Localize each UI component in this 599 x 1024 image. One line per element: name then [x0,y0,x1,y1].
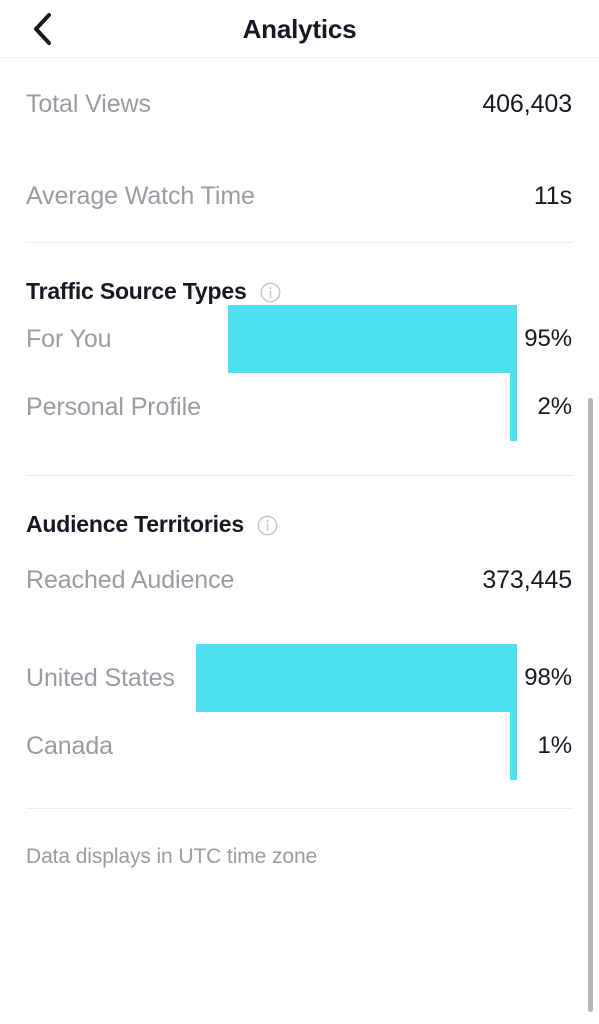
info-circle-icon[interactable] [260,282,281,303]
bar-row-united-states: United States 98% [0,644,599,712]
analytics-content: Total Views 406,403 Average Watch Time 1… [0,58,599,869]
stat-label: Total Views [26,89,151,118]
bar-track [196,644,517,712]
section-title: Audience Territories [26,510,244,537]
stat-label: Reached Audience [26,565,235,594]
analytics-screen: Analytics Total Views 406,403 Average Wa… [0,0,599,1024]
stat-row-total-views: Total Views 406,403 [0,58,599,150]
page-title: Analytics [242,14,357,44]
bar-row-for-you: For You 95% [0,305,599,373]
bar-fill [228,305,517,373]
section-heading-traffic-source: Traffic Source Types [0,243,599,305]
bar-percent: 2% [537,393,573,420]
traffic-source-bars: For You 95% Personal Profile 2% [0,305,599,441]
stat-value: 406,403 [482,89,572,118]
bar-fill [196,644,517,712]
bar-row-personal-profile: Personal Profile 2% [0,373,599,441]
section-heading-audience-territories: Audience Territories [0,476,599,538]
bar-label: Personal Profile [26,392,201,421]
bar-label: United States [26,663,175,692]
section-title: Traffic Source Types [26,277,247,304]
stat-value: 11s [533,181,572,210]
scrollbar-thumb[interactable] [588,398,593,1012]
stat-label: Average Watch Time [26,181,255,210]
bar-percent: 98% [524,664,572,691]
footer-note: Data displays in UTC time zone [26,845,318,868]
stat-row-average-watch-time: Average Watch Time 11s [0,150,599,242]
audience-territory-bars: United States 98% Canada 1% [0,644,599,780]
stat-value: 373,445 [482,565,572,594]
info-circle-icon[interactable] [257,515,278,536]
app-header: Analytics [0,0,599,58]
bar-track [228,305,517,373]
scrollbar [588,398,593,1012]
bar-percent: 95% [524,325,572,352]
bar-row-canada: Canada 1% [0,712,599,780]
stat-row-reached-audience: Reached Audience 373,445 [0,538,599,622]
bar-label: Canada [26,731,113,760]
bar-label: For You [26,324,112,353]
bar-percent: 1% [537,732,573,759]
